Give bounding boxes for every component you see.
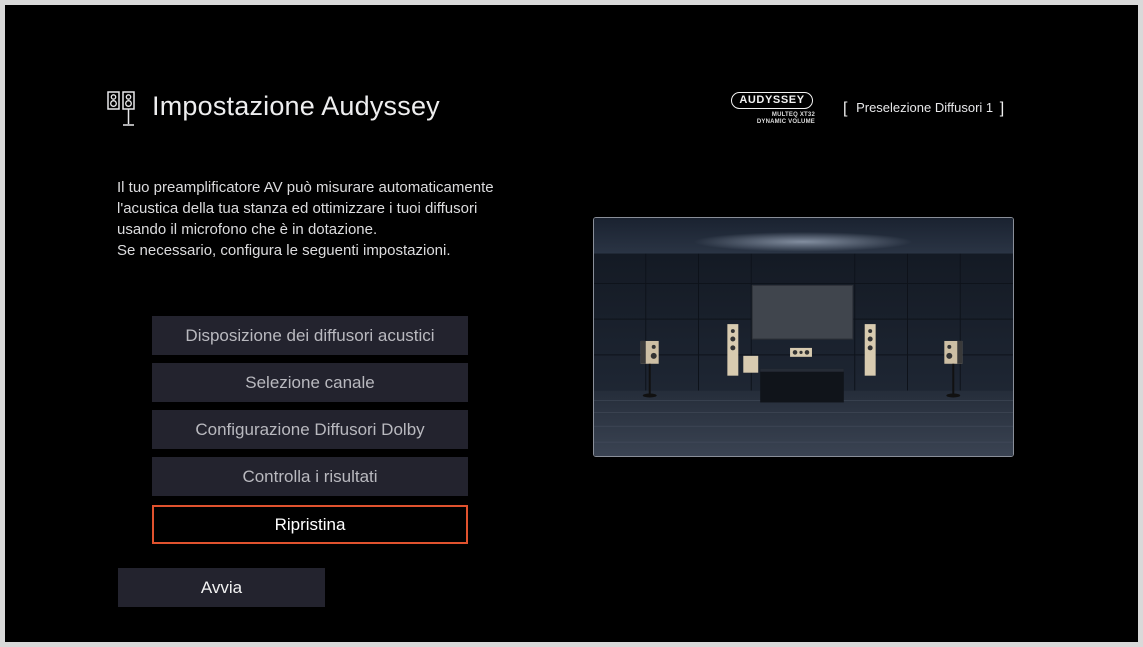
menu-item-restore[interactable]: Ripristina [152,505,468,544]
description-line: Se necessario, configura le seguenti imp… [117,242,451,259]
open-bracket: [ [843,100,848,117]
start-button[interactable]: Avvia [118,568,325,607]
menu-item-dolby-speaker-config[interactable]: Configurazione Diffusori Dolby [152,410,468,449]
speaker-preset-indicator: [ Preselezione Diffusori 1 ] [843,100,1004,118]
logo-brand: AUDYSSEY [731,92,813,109]
speakers-icon [107,91,135,126]
close-bracket: ] [999,100,1005,117]
preset-label: Preselezione Diffusori 1 [856,100,994,115]
audyssey-logo: AUDYSSEY MULTEQ XT32 DYNAMIC VOLUME [729,92,815,128]
logo-line-dynamic-volume: DYNAMIC VOLUME [756,119,815,125]
description-line: Il tuo preamplificatore AV può misurare … [117,179,494,196]
menu-item-check-results[interactable]: Controlla i risultati [152,457,468,496]
screen: Impostazione Audyssey AUDYSSEY MULTEQ XT… [5,5,1138,642]
room-illustration [593,217,1014,457]
page-title: Impostazione Audyssey [152,91,440,121]
description-line: l'acustica della tua stanza ed ottimizza… [117,200,478,217]
description-text: Il tuo preamplificatore AV può misurare … [117,177,557,261]
menu-item-speaker-layout[interactable]: Disposizione dei diffusori acustici [152,316,468,355]
description-line: usando il microfono che è in dotazione. [117,221,378,238]
menu-item-channel-select[interactable]: Selezione canale [152,363,468,402]
logo-line-multeq: MULTEQ XT32 [771,112,815,118]
